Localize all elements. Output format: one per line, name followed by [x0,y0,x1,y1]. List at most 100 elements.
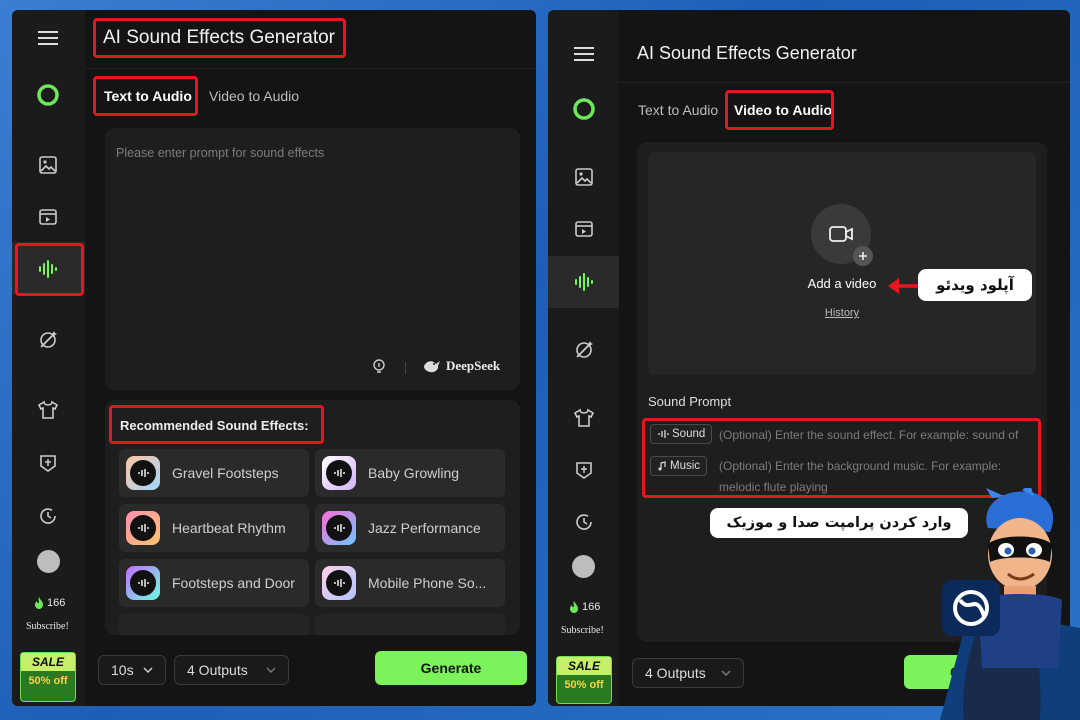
image-icon[interactable] [36,153,60,177]
callout-upload-video: آپلود ویدئو [918,269,1032,301]
logo-ring-icon[interactable] [572,97,596,121]
main-area: AI Sound Effects Generator Text to Audio… [85,10,536,706]
recommended-item[interactable]: Gravel Footsteps [119,449,309,497]
sale-badge[interactable]: SALE 50% off [556,656,612,704]
generate-button[interactable]: Generate [375,651,527,685]
audio-wave-icon [138,469,149,477]
recommended-label: Jazz Performance [368,520,481,536]
sidebar: 166 Subscribe! SALE 50% off [12,10,85,706]
sound-thumbnail [126,566,160,600]
recommended-label: Heartbeat Rhythm [172,520,286,536]
sale-badge[interactable]: SALE 50% off [20,652,76,702]
audio-wave-icon [334,524,345,532]
duration-select[interactable]: 10s [98,655,166,685]
recommended-item[interactable]: Heartbeat Rhythm [119,504,309,552]
deepseek-label: DeepSeek [446,358,501,373]
mascot-character [940,488,1080,720]
recommended-label: Mobile Phone So... [368,575,487,591]
sound-thumbnail [126,456,160,490]
annotation-box-title [93,18,346,58]
chevron-down-icon [143,667,153,674]
subscribe-link[interactable]: Subscribe! [26,621,69,632]
outputs-value: 4 Outputs [187,662,248,678]
audio-wave-icon [334,579,345,587]
prompt-placeholder: Please enter prompt for sound effects [116,146,325,160]
credit-count: 166 [34,597,65,609]
menu-icon[interactable] [36,28,60,48]
sound-thumbnail [126,511,160,545]
logo-ring-icon[interactable] [36,83,60,107]
brain-icon[interactable] [36,451,60,475]
sound-thumbnail [322,566,356,600]
audio-wave-icon[interactable] [572,270,596,294]
sale-label: SALE [557,657,611,675]
outputs-select[interactable]: 4 Outputs [632,658,744,688]
audio-wave-icon [334,469,345,477]
history-icon[interactable] [572,510,596,534]
deepseek-toggle[interactable]: DeepSeek [423,358,500,374]
recommended-label: Footsteps and Door [172,575,295,591]
recommended-item-partial[interactable] [119,614,309,635]
header-divider [85,68,536,69]
avatar[interactable] [37,550,60,573]
upload-circle[interactable] [811,204,873,266]
sale-off: 50% off [28,675,68,687]
avatar[interactable] [572,555,595,578]
camera-icon [829,226,853,242]
annotation-box-tab [725,90,834,130]
header-divider [619,82,1070,83]
lightbulb-icon[interactable] [371,358,387,376]
brain-icon[interactable] [572,458,596,482]
history-icon[interactable] [36,504,60,528]
audio-wave-icon [138,579,149,587]
prompt-textarea[interactable]: Please enter prompt for sound effects De… [105,128,520,390]
annotation-box-tab [93,76,198,116]
menu-icon[interactable] [572,44,596,64]
recommended-item-partial[interactable] [315,614,505,635]
shirt-icon[interactable] [36,398,60,422]
recommended-item[interactable]: Jazz Performance [315,504,505,552]
recommended-item[interactable]: Footsteps and Door [119,559,309,607]
toolbar-divider [405,362,406,374]
annotation-box-prompt [642,418,1041,498]
shirt-icon[interactable] [572,406,596,430]
annotation-arrow-icon [888,278,919,294]
outputs-value: 4 Outputs [645,665,706,681]
recommended-label: Baby Growling [368,465,460,481]
recommended-label: Gravel Footsteps [172,465,279,481]
credit-value: 166 [47,597,66,609]
magic-icon[interactable] [36,328,60,352]
audio-wave-icon [138,524,149,532]
credit-count: 166 [569,601,600,613]
tab-video-to-audio[interactable]: Video to Audio [209,88,299,104]
recommended-section: Recommended Sound Effects: Gravel Footst… [105,400,520,635]
outputs-select[interactable]: 4 Outputs [174,655,289,685]
annotation-box-audio [15,243,84,296]
flame-icon [35,597,43,609]
sound-prompt-label: Sound Prompt [648,394,732,409]
recommended-item[interactable]: Baby Growling [315,449,505,497]
tab-text-to-audio[interactable]: Text to Audio [638,102,718,118]
chevron-down-icon [721,670,731,677]
sale-off: 50% off [564,679,604,691]
sound-thumbnail [322,511,356,545]
sidebar: 166 Subscribe! SALE 50% off [548,10,619,706]
left-screenshot-panel: 166 Subscribe! SALE 50% off AI Sound Eff… [12,10,536,706]
video-icon[interactable] [36,205,60,229]
deepseek-icon [424,361,440,373]
magic-icon[interactable] [572,338,596,362]
duration-value: 10s [111,662,134,678]
page-title: AI Sound Effects Generator [637,43,857,63]
video-icon[interactable] [572,217,596,241]
credit-value: 166 [582,601,601,613]
subscribe-link[interactable]: Subscribe! [561,625,604,636]
video-upload-area[interactable]: Add a video History [648,152,1036,375]
annotation-box-recommended [109,405,324,444]
flame-icon [570,601,578,613]
sound-thumbnail [322,456,356,490]
plus-icon [853,246,873,266]
sale-label: SALE [21,653,75,671]
image-icon[interactable] [572,165,596,189]
recommended-item[interactable]: Mobile Phone So... [315,559,505,607]
history-link[interactable]: History [648,307,1036,319]
